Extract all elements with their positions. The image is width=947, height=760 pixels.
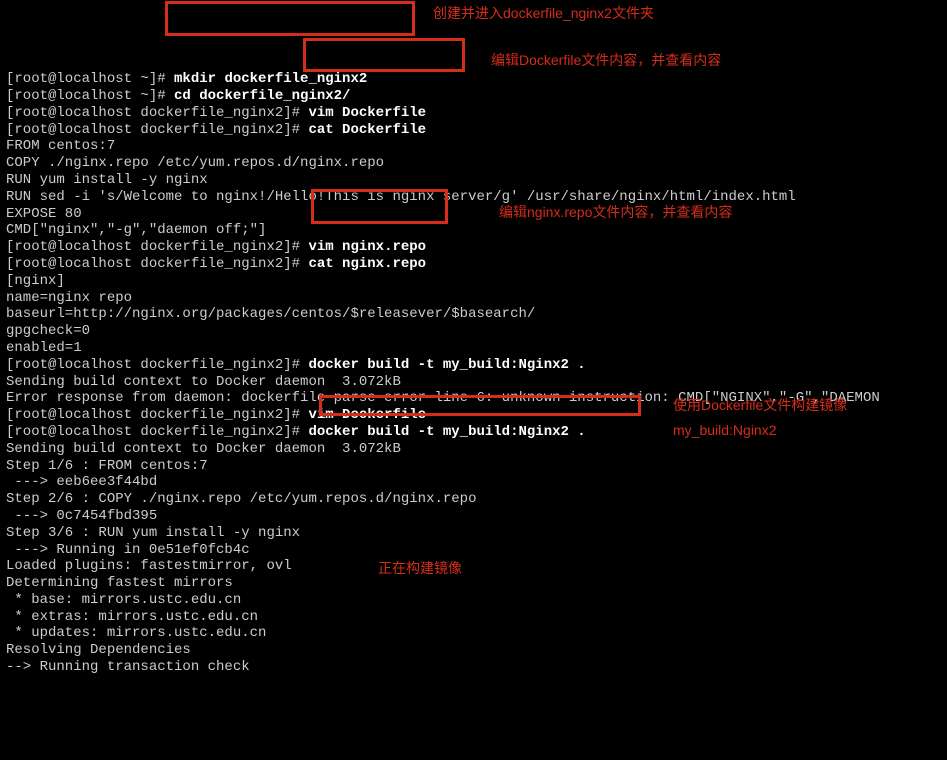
terminal-line: ---> eeb6ee3f44bd: [6, 474, 941, 491]
terminal-line: [root@localhost dockerfile_nginx2]# cat …: [6, 122, 941, 139]
terminal-line: Sending build context to Docker daemon 3…: [6, 441, 941, 458]
terminal-command[interactable]: mkdir dockerfile_nginx2: [174, 71, 367, 87]
terminal-line: baseurl=http://nginx.org/packages/centos…: [6, 306, 941, 323]
terminal-command[interactable]: vim nginx.repo: [308, 239, 426, 255]
terminal-line: Step 2/6 : COPY ./nginx.repo /etc/yum.re…: [6, 491, 941, 508]
terminal-line: [root@localhost dockerfile_nginx2]# vim …: [6, 105, 941, 122]
terminal-line: name=nginx repo: [6, 290, 941, 307]
terminal-line: Step 1/6 : FROM centos:7: [6, 458, 941, 475]
terminal-line: * updates: mirrors.ustc.edu.cn: [6, 625, 941, 642]
terminal-line: [root@localhost dockerfile_nginx2]# vim …: [6, 407, 941, 424]
terminal-line: gpgcheck=0: [6, 323, 941, 340]
terminal-line: ---> Running in 0e51ef0fcb4c: [6, 542, 941, 559]
terminal-command[interactable]: cd dockerfile_nginx2/: [174, 88, 350, 104]
terminal-line: Determining fastest mirrors: [6, 575, 941, 592]
terminal-line: [root@localhost dockerfile_nginx2]# cat …: [6, 256, 941, 273]
highlight-box: [303, 38, 465, 72]
highlight-box: [165, 1, 415, 36]
terminal-line: Step 3/6 : RUN yum install -y nginx: [6, 525, 941, 542]
terminal-line: Loaded plugins: fastestmirror, ovl: [6, 558, 941, 575]
terminal-line: [nginx]: [6, 273, 941, 290]
terminal-command[interactable]: docker build -t my_build:Nginx2 .: [308, 424, 585, 440]
terminal-line: CMD["nginx","-g","daemon off;"]: [6, 222, 941, 239]
terminal-line: * extras: mirrors.ustc.edu.cn: [6, 609, 941, 626]
terminal-line: EXPOSE 80: [6, 206, 941, 223]
terminal-line: FROM centos:7: [6, 138, 941, 155]
terminal-line: [root@localhost dockerfile_nginx2]# dock…: [6, 424, 941, 441]
terminal-output: [root@localhost ~]# mkdir dockerfile_ngi…: [6, 71, 941, 676]
terminal-line: [root@localhost dockerfile_nginx2]# vim …: [6, 239, 941, 256]
terminal-line: [root@localhost dockerfile_nginx2]# dock…: [6, 357, 941, 374]
terminal-line: Sending build context to Docker daemon 3…: [6, 374, 941, 391]
terminal-line: Error response from daemon: dockerfile p…: [6, 390, 941, 407]
terminal-line: * base: mirrors.ustc.edu.cn: [6, 592, 941, 609]
terminal-line: [root@localhost ~]# mkdir dockerfile_ngi…: [6, 71, 941, 88]
terminal-line: --> Running transaction check: [6, 659, 941, 676]
terminal-command[interactable]: cat nginx.repo: [308, 256, 426, 272]
terminal-line: Resolving Dependencies: [6, 642, 941, 659]
annotation-label: 编辑Dockerfile文件内容，并查看内容: [491, 52, 721, 69]
terminal-command[interactable]: vim Dockerfile: [308, 407, 426, 423]
terminal-command[interactable]: cat Dockerfile: [308, 122, 426, 138]
annotation-label: 创建并进入dockerfile_nginx2文件夹: [433, 5, 654, 22]
terminal-line: enabled=1: [6, 340, 941, 357]
terminal-line: COPY ./nginx.repo /etc/yum.repos.d/nginx…: [6, 155, 941, 172]
terminal-line: RUN yum install -y nginx: [6, 172, 941, 189]
terminal-command[interactable]: vim Dockerfile: [308, 105, 426, 121]
terminal-line: [root@localhost ~]# cd dockerfile_nginx2…: [6, 88, 941, 105]
terminal-line: ---> 0c7454fbd395: [6, 508, 941, 525]
terminal-line: RUN sed -i 's/Welcome to nginx!/Hello!Th…: [6, 189, 941, 206]
terminal-command[interactable]: docker build -t my_build:Nginx2 .: [308, 357, 585, 373]
